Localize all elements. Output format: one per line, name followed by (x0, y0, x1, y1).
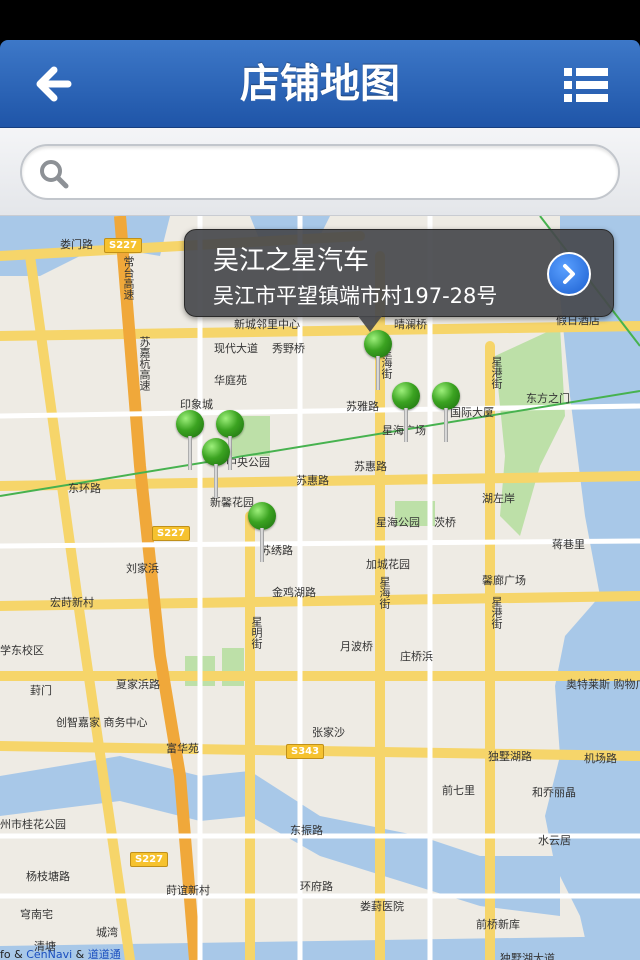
map-attribution: fo & CenNavi & 道道通 (0, 946, 121, 960)
attribution-sep: & (10, 948, 27, 960)
map-label: 穹南宅 (20, 908, 53, 921)
map-label: 富华苑 (166, 742, 199, 755)
map-label: 晴澜桥 (394, 318, 427, 331)
callout-title: 吴江之星汽车 (213, 246, 370, 276)
store-pin[interactable] (392, 382, 420, 442)
map-label: 现代大道 (214, 342, 258, 355)
map-label: 娄门路 (60, 238, 93, 251)
map-label: 星明街 (250, 616, 263, 649)
map-label: 华庭苑 (214, 374, 247, 387)
map-label: 庄桥浜 (400, 650, 433, 663)
callout-pointer (358, 316, 382, 332)
map-label: 星海街 (378, 576, 391, 609)
map-label: 前桥新库 (476, 918, 520, 931)
map-label: 苏雅路 (346, 400, 379, 413)
map-label: 东方之门 (526, 392, 570, 405)
map-label: 娄葑医院 (360, 900, 404, 913)
callout-address: 吴江市平望镇端市村197-28号 (213, 284, 498, 308)
map-label: 张家沙 (312, 726, 345, 739)
store-pin[interactable] (248, 502, 276, 562)
map-label: 创智嘉家 商务中心 (56, 716, 148, 729)
map-label: 莳谊新村 (166, 884, 210, 897)
map-label: 苏嘉杭高速 (138, 336, 151, 391)
search-icon (40, 160, 69, 189)
map-label: 葑门 (30, 684, 52, 697)
provider-link[interactable]: 道道通 (88, 948, 121, 960)
store-pin[interactable] (176, 410, 204, 470)
map-label: 杨枝塘路 (26, 870, 70, 883)
callout-detail-button[interactable] (547, 252, 591, 296)
store-callout[interactable]: 吴江之星汽车 吴江市平望镇端市村197-28号 (184, 229, 614, 317)
map-label: 苏惠路 (296, 474, 329, 487)
map-label: 前七里 (442, 784, 475, 797)
list-icon (564, 68, 608, 102)
map-label: 金鸡湖路 (272, 586, 316, 599)
map-view[interactable]: S227 S227 S227 S343 娄门路 东环路 东方之门 常台高速 苏嘉… (0, 216, 640, 960)
list-menu-button[interactable] (556, 64, 616, 106)
map-label: 东环路 (68, 482, 101, 495)
map-label: 馨廊广场 (482, 574, 526, 587)
map-background (0, 216, 640, 960)
highway-shield: S227 (104, 238, 143, 253)
store-pin[interactable] (364, 330, 392, 390)
search-field[interactable] (20, 144, 620, 200)
nav-bar: 店铺地图 (0, 40, 640, 128)
map-label: 月波桥 (340, 640, 373, 653)
map-label: 州市桂花公园 (0, 818, 66, 831)
cennavi-link[interactable]: CenNavi (26, 948, 72, 960)
store-pin[interactable] (202, 438, 230, 498)
attribution-sep: & (72, 948, 88, 960)
map-label: 夏家浜路 (116, 678, 160, 691)
page-title: 店铺地图 (240, 61, 400, 107)
chevron-right-icon (563, 264, 575, 284)
search-bar (0, 128, 640, 216)
store-pin[interactable] (432, 382, 460, 442)
map-label: 水云居 (538, 834, 571, 847)
map-label: 湖左岸 (482, 492, 515, 505)
map-label: 苏惠路 (354, 460, 387, 473)
map-label: 奥特莱斯 购物广场 (566, 678, 640, 691)
attribution-prefix: fo (0, 948, 11, 960)
map-label: 宏莳新村 (50, 596, 94, 609)
map-label: 学东校区 (0, 644, 44, 657)
map-label: 独墅湖路 (488, 750, 532, 763)
map-label: 环府路 (300, 880, 333, 893)
map-label: 蒋巷里 (552, 538, 585, 551)
map-label: 城湾 (96, 926, 118, 939)
status-bar (0, 0, 640, 40)
map-label: 新城邻里中心 (234, 318, 300, 331)
map-label: 刘家浜 (126, 562, 159, 575)
map-label: 加城花园 (366, 558, 410, 571)
map-label: 机场路 (584, 752, 617, 765)
map-label: 和乔丽晶 (532, 786, 576, 799)
map-label: 星港街 (490, 356, 503, 389)
highway-shield: S343 (286, 744, 325, 759)
map-label: 星港街 (490, 596, 503, 629)
map-label: 秀野桥 (272, 342, 305, 355)
map-label: 常台高速 (122, 256, 135, 300)
map-label: 星海公园 (376, 516, 420, 529)
highway-shield: S227 (152, 526, 191, 541)
map-label: 独墅湖大道 (500, 952, 555, 960)
search-input[interactable] (82, 154, 602, 190)
map-label: 东振路 (290, 824, 323, 837)
highway-shield: S227 (130, 852, 169, 867)
map-label: 茨桥 (434, 516, 456, 529)
